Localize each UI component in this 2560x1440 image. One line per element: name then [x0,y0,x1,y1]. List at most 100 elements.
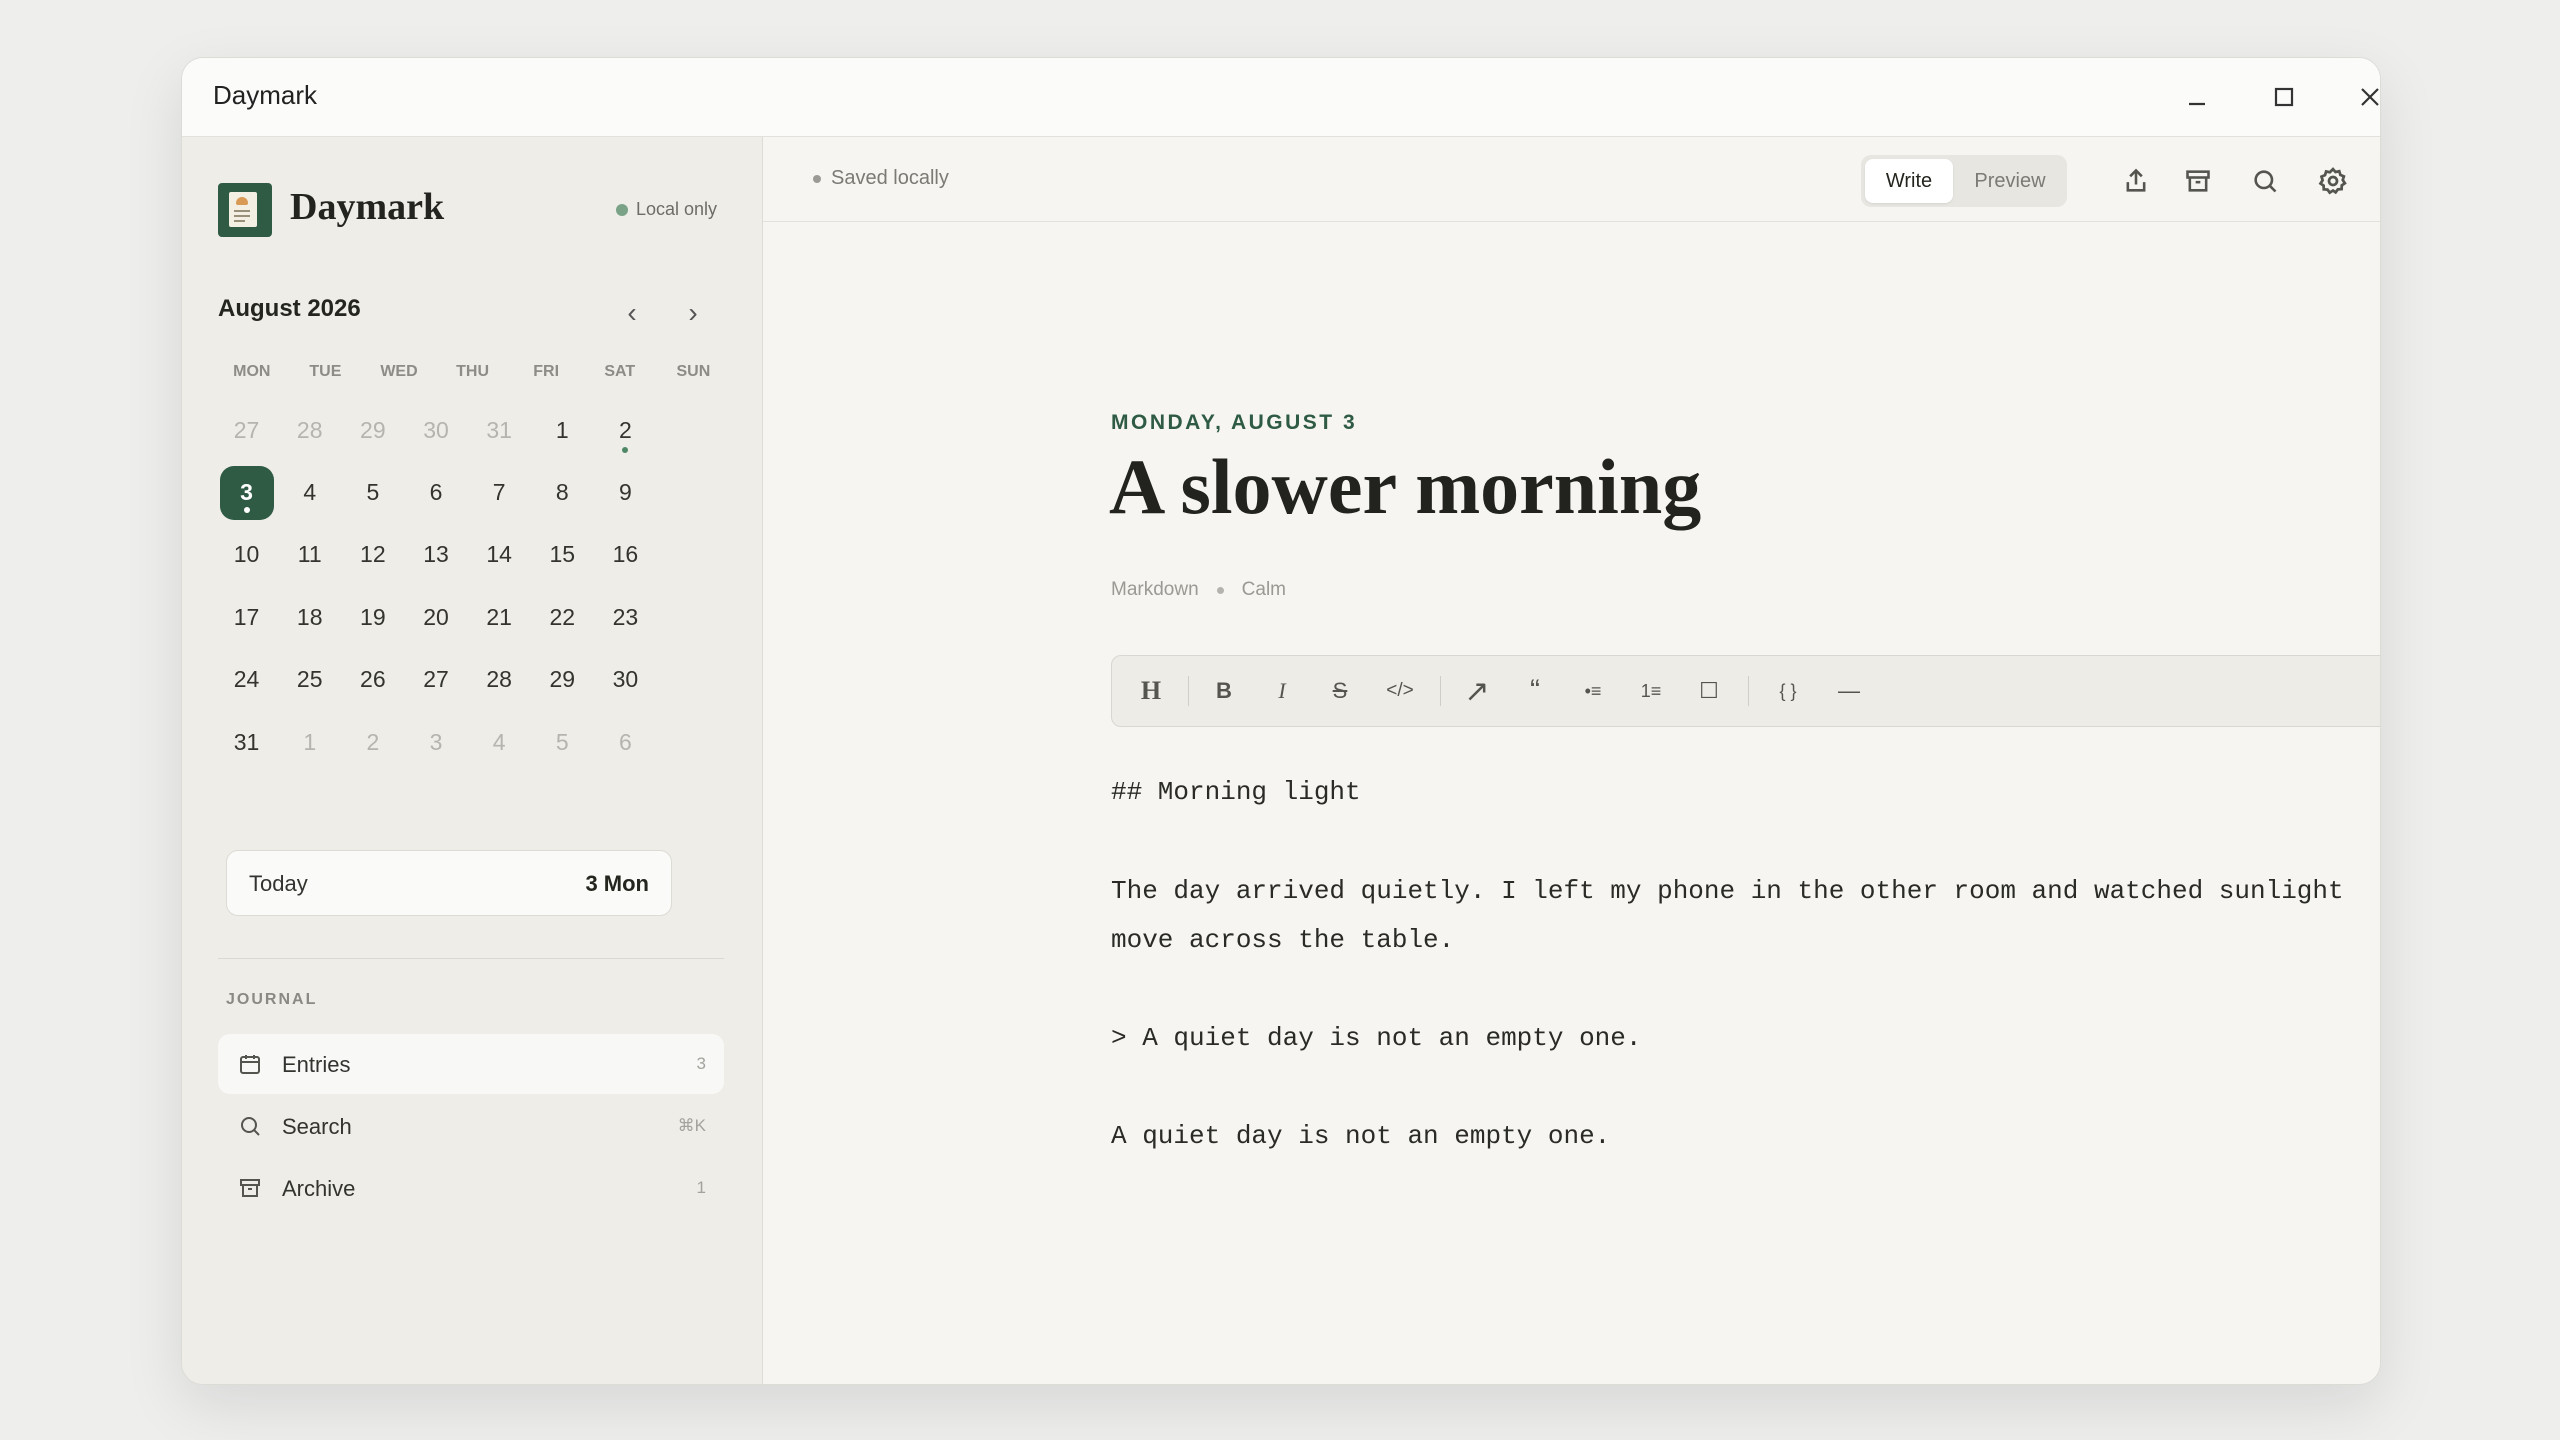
entry-marker-dot [622,447,629,454]
calendar-day[interactable]: 22 [531,586,594,648]
calendar-day[interactable]: 1 [278,711,341,773]
calendar-day-number: 30 [612,666,639,693]
calendar-day[interactable]: 9 [594,461,657,523]
write-mode-button[interactable]: Write [1865,159,1953,203]
gear-icon [2318,167,2347,195]
calendar-day[interactable]: 4 [468,711,531,773]
entry-mood[interactable]: Calm [1242,579,1286,601]
save-status: Saved locally [813,167,949,190]
calendar-day-number: 27 [233,416,260,443]
calendar-day[interactable]: 31 [468,399,531,461]
maximize-icon [2274,87,2294,107]
minimize-icon [2189,102,2205,106]
calendar-day[interactable]: 7 [468,461,531,523]
sidebar-item-entries[interactable]: Entries 3 [218,1034,724,1094]
calendar-day-selected[interactable]: 3 [215,461,278,523]
calendar-day[interactable]: 27 [215,399,278,461]
search-button[interactable] [2245,161,2285,201]
calendar-day[interactable]: 14 [468,524,531,586]
calendar-day[interactable]: 6 [594,711,657,773]
calendar-day-number: 26 [360,666,386,693]
strikethrough-button[interactable]: S [1320,673,1360,709]
quote-button[interactable]: “ [1514,673,1556,709]
calendar-day[interactable]: 12 [341,524,404,586]
sidebar-item-count: 1 [696,1178,706,1197]
editor-line: The day arrived quietly. I left my phone… [1111,876,2344,906]
calendar-day[interactable]: 18 [278,586,341,648]
inline-code-button[interactable]: </> [1374,673,1426,709]
calendar-day[interactable]: 3 [404,711,467,773]
calendar-day[interactable]: 25 [278,649,341,711]
calendar-day[interactable]: 4 [278,461,341,523]
checkbox-button[interactable]: ☐ [1688,673,1730,709]
app-window: Daymark Daymark Local only August 2026 ‹… [181,57,2381,1385]
calendar-grid: 27 28 29 30 31 1 2 3 4 5 6 7 8 9 10 11 12 13 14 15 16 17 18 19 2… [215,399,657,773]
calendar-day[interactable]: 17 [215,586,278,648]
calendar-day-number: 25 [296,666,323,693]
toolbar-separator [1748,676,1749,706]
next-month-button[interactable]: › [675,295,711,331]
calendar-day[interactable]: 1 [531,399,594,461]
toolbar-separator [1188,676,1189,706]
calendar-day[interactable]: 6 [404,461,467,523]
sidebar-item-search[interactable]: Search ⌘K [218,1096,724,1156]
minimize-button[interactable] [2167,72,2227,122]
calendar-day[interactable]: 30 [404,399,467,461]
calendar-day[interactable]: 29 [531,649,594,711]
calendar-day[interactable]: 5 [341,461,404,523]
weekday-label: TUE [309,363,342,380]
calendar-day[interactable]: 2 [594,399,657,461]
preview-mode-button[interactable]: Preview [1957,159,2063,203]
calendar-day[interactable]: 5 [531,711,594,773]
prev-month-button[interactable]: ‹ [614,295,650,331]
bold-button[interactable]: B [1204,673,1244,709]
calendar-day[interactable]: 23 [594,586,657,648]
today-button[interactable]: Today 3 Mon [226,850,672,916]
calendar-day[interactable]: 8 [531,461,594,523]
sidebar-item-archive[interactable]: Archive 1 [218,1158,724,1218]
calendar-day[interactable]: 26 [341,649,404,711]
numbered-list-button[interactable]: 1≡ [1630,673,1672,709]
calendar-day[interactable]: 29 [341,399,404,461]
close-button[interactable] [2340,72,2380,122]
link-button[interactable]: ↗ [1456,673,1498,709]
calendar-day-number: 23 [612,603,639,630]
window-title: Daymark [213,80,318,110]
calendar-day-number: 18 [296,603,323,630]
entry-format: Markdown [1111,579,1199,600]
calendar-day[interactable]: 30 [594,649,657,711]
journal-section-label: JOURNAL [226,991,318,1008]
calendar-day[interactable]: 28 [278,399,341,461]
italic-button[interactable]: I [1262,673,1302,709]
calendar-day[interactable]: 2 [341,711,404,773]
calendar-day[interactable]: 28 [468,649,531,711]
export-button[interactable] [2116,161,2156,201]
horizontal-rule-button[interactable]: — [1828,673,1870,709]
calendar-day-number: 3 [429,728,443,755]
calendar-day[interactable]: 31 [215,711,278,773]
archive-button[interactable] [2178,161,2218,201]
sidebar-item-label: Search [282,1114,352,1139]
calendar-day[interactable]: 27 [404,649,467,711]
calendar-day[interactable]: 13 [404,524,467,586]
calendar-day[interactable]: 21 [468,586,531,648]
calendar-day[interactable]: 19 [341,586,404,648]
sidebar-divider [218,958,724,959]
bullet-list-button[interactable]: •≡ [1572,673,1614,709]
calendar-day-number: 15 [549,541,576,568]
calendar-day[interactable]: 11 [278,524,341,586]
app-logo [218,183,272,237]
calendar-day[interactable]: 16 [594,524,657,586]
heading-button[interactable]: H [1130,673,1172,709]
calendar-day[interactable]: 20 [404,586,467,648]
maximize-button[interactable] [2254,72,2314,122]
calendar-day[interactable]: 24 [215,649,278,711]
calendar-day[interactable]: 10 [215,524,278,586]
weekday-label: MON [233,363,271,380]
calendar-day-number: 13 [423,541,449,568]
calendar-day-number: 31 [486,416,512,443]
settings-button[interactable] [2313,161,2353,201]
calendar-day[interactable]: 15 [531,524,594,586]
entry-title[interactable]: A slower morning [1109,442,1701,532]
code-block-button[interactable]: { } [1764,673,1812,709]
